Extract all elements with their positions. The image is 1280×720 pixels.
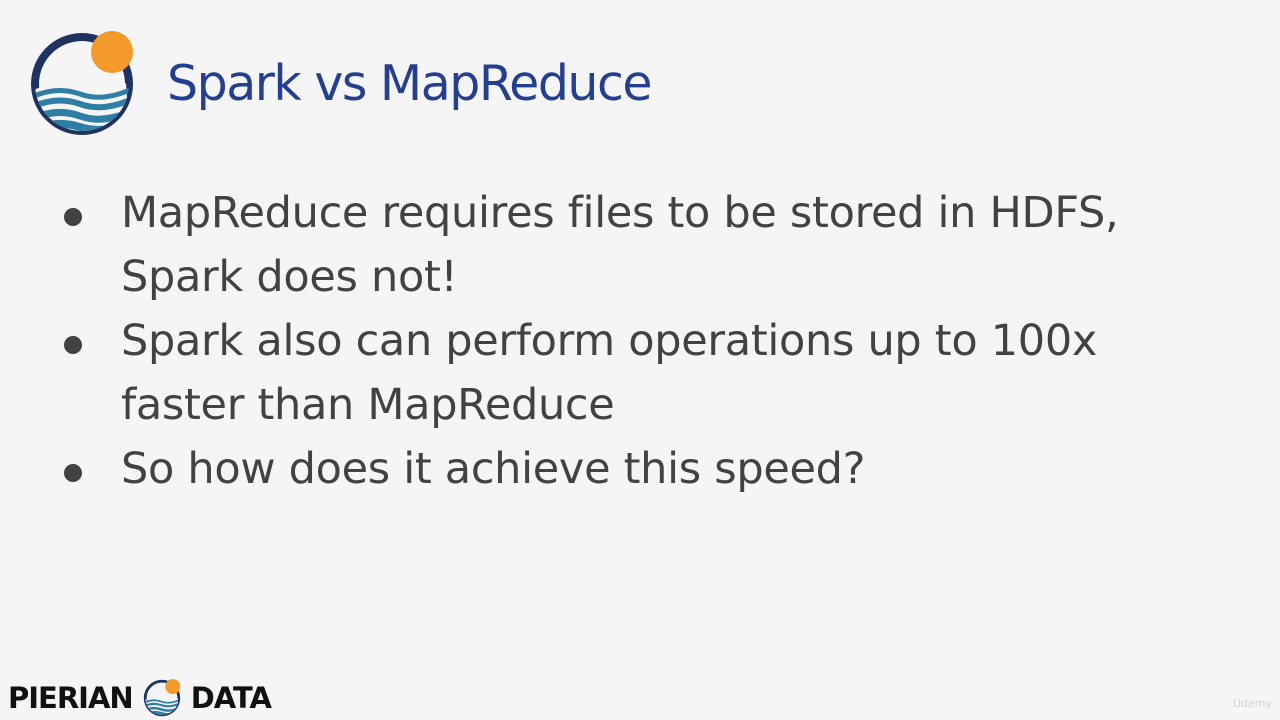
bullet-speed-line-2: faster than MapReduce: [121, 380, 615, 430]
bullet-dot-icon: [64, 336, 82, 354]
footer-logo: PIERIAN DATA: [8, 678, 272, 718]
bullet-dot-icon: [64, 208, 82, 226]
bullet-storage-line-2: Spark does not!: [121, 252, 458, 302]
bullet-question-line-1: So how does it achieve this speed?: [121, 444, 866, 494]
bullet-storage-line-1: MapReduce requires files to be stored in…: [121, 188, 1119, 238]
footer-logo-left-text: PIERIAN: [8, 681, 134, 715]
bullet-dot-icon: [64, 464, 82, 482]
bullet-item-question: So how does it achieve this speed?: [60, 437, 1220, 501]
slide-title: Spark vs MapReduce: [167, 55, 653, 112]
bullet-list: MapReduce requires files to be stored in…: [60, 181, 1220, 501]
bullet-item-storage: MapReduce requires files to be stored in…: [60, 181, 1220, 309]
watermark: Udemy: [1232, 697, 1272, 710]
footer-logo-right-text: DATA: [190, 681, 272, 715]
bullet-item-speed: Spark also can perform operations up to …: [60, 309, 1220, 437]
pierian-data-logo-icon: [143, 679, 180, 717]
pierian-data-logo-icon: [31, 31, 133, 135]
bullet-speed-line-1: Spark also can perform operations up to …: [121, 316, 1098, 366]
